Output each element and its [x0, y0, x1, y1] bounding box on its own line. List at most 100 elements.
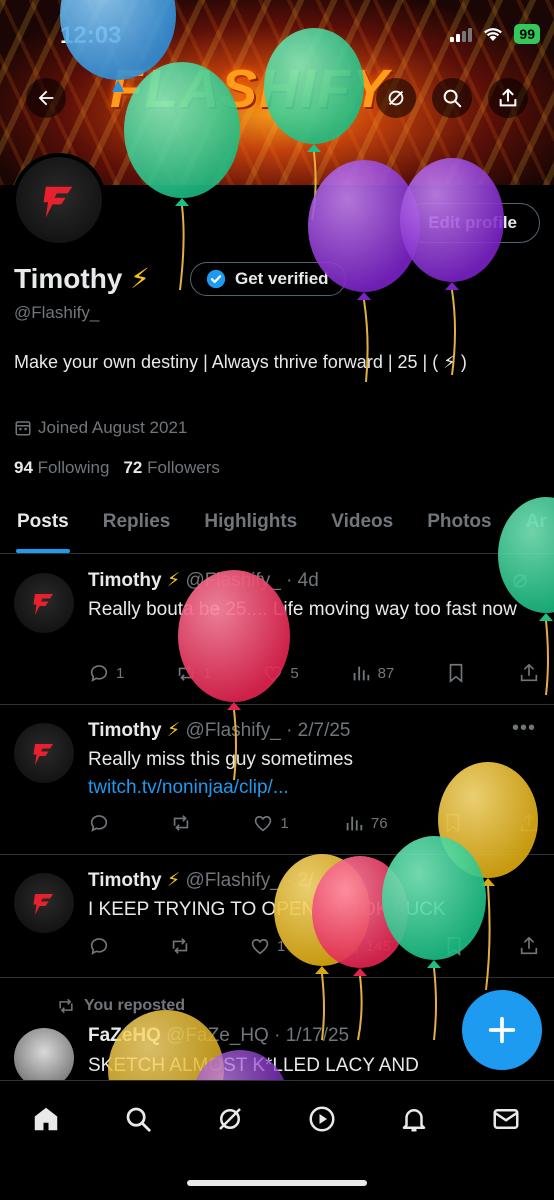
share-icon — [499, 88, 517, 107]
nav-notifications[interactable] — [394, 1099, 434, 1139]
nav-messages[interactable] — [486, 1099, 526, 1139]
repost-icon — [59, 998, 73, 1014]
post-item[interactable]: Timothy ⚡ @Flashify_ · 2/7/25 ••• Really… — [0, 705, 554, 855]
profile-name: Timothy ⚡ — [14, 262, 150, 295]
views-count: 76 — [370, 814, 388, 832]
joined-text: Joined August 2021 — [38, 418, 188, 437]
notifications-icon — [402, 1109, 426, 1132]
views-button[interactable]: 87 — [350, 662, 394, 684]
post-text: Really miss this guy sometimes twitch.tv… — [88, 746, 538, 802]
repost-label: You reposted — [84, 997, 186, 1014]
follow-stats: 94 Following 72 Followers — [14, 458, 220, 478]
post-item[interactable]: Timothy ⚡ @Flashify_ · 2/ I KEEP TRYING … — [0, 855, 554, 978]
balloon — [400, 158, 504, 376]
lightning-emoji: ⚡ — [130, 263, 150, 294]
bookmark-icon — [449, 663, 463, 684]
reply-button[interactable] — [88, 935, 116, 957]
share-post-button[interactable] — [518, 662, 540, 684]
tab-articles[interactable]: Ar — [509, 497, 554, 553]
grok-icon[interactable] — [510, 571, 530, 591]
post-avatar[interactable] — [14, 723, 74, 783]
home-indicator — [187, 1180, 367, 1186]
lightning-emoji: ⚡ — [166, 720, 181, 741]
nav-grok[interactable] — [210, 1099, 250, 1139]
nav-video[interactable] — [302, 1099, 342, 1139]
like-icon — [265, 665, 282, 682]
flash-logo-icon — [33, 594, 53, 615]
post-header: FaZeHQ @FaZe_HQ · 1/17/25 — [88, 1025, 349, 1047]
repost-icon — [178, 665, 194, 681]
repost-button[interactable] — [170, 812, 198, 834]
share-post-button[interactable] — [518, 812, 540, 834]
grok-icon — [219, 1108, 241, 1130]
post-author-name[interactable]: Timothy — [88, 570, 162, 591]
profile-tabs: Posts Replies Highlights Videos Photos A… — [0, 497, 554, 554]
like-button[interactable]: 5 — [262, 662, 299, 684]
repost-icon — [173, 815, 189, 831]
post-author-name[interactable]: Timothy — [88, 720, 162, 741]
repost-button[interactable]: 1 — [175, 662, 212, 684]
bookmark-button[interactable] — [442, 812, 464, 834]
tab-replies[interactable]: Replies — [86, 497, 188, 553]
like-button[interactable]: 1 — [249, 935, 285, 957]
flash-logo-icon — [33, 894, 53, 915]
search-button[interactable] — [432, 78, 472, 118]
views-button[interactable]: 76 — [343, 812, 388, 834]
get-verified-button[interactable]: Get verified — [190, 262, 346, 296]
grok-button[interactable] — [376, 78, 416, 118]
repost-icon — [172, 938, 187, 954]
bookmark-button[interactable] — [445, 662, 467, 684]
post-avatar[interactable] — [14, 1028, 74, 1088]
reply-icon — [90, 665, 108, 682]
post-date: · 2/ — [286, 870, 314, 891]
tab-posts[interactable]: Posts — [0, 497, 86, 553]
post-avatar[interactable] — [14, 573, 74, 633]
followers-link[interactable]: 72 Followers — [123, 458, 219, 478]
post-author-name[interactable]: FaZeHQ — [88, 1025, 161, 1046]
following-label: Following — [37, 458, 110, 477]
reply-icon — [90, 815, 108, 832]
bookmark-button[interactable] — [443, 935, 465, 957]
views-icon — [341, 939, 358, 954]
post-date: · 2/7/25 — [286, 720, 351, 741]
post-text: Really bouta be 25.... Life moving way t… — [88, 599, 517, 620]
compose-button[interactable] — [462, 990, 542, 1070]
like-button[interactable]: 1 — [252, 812, 289, 834]
share-icon — [520, 936, 538, 955]
lightning-emoji: ⚡ — [166, 870, 181, 891]
tab-highlights[interactable]: Highlights — [187, 497, 314, 553]
share-post-button[interactable] — [518, 935, 540, 957]
edit-profile-button[interactable]: Edit profile — [405, 203, 540, 243]
followers-count: 72 — [123, 458, 143, 477]
share-icon — [520, 813, 538, 832]
post-link[interactable]: twitch.tv/noninjaa/clip/... — [88, 774, 538, 802]
reply-button[interactable] — [88, 812, 116, 834]
views-button[interactable]: 145 — [338, 935, 391, 957]
status-time: 12:03 — [60, 22, 122, 49]
home-icon — [34, 1107, 58, 1131]
like-icon — [255, 815, 272, 832]
wifi-icon — [484, 28, 503, 41]
back-button[interactable] — [26, 78, 66, 118]
nav-home[interactable] — [26, 1099, 66, 1139]
profile-avatar[interactable] — [12, 153, 106, 247]
post-item[interactable]: Timothy ⚡ @Flashify_ · 4d Really bouta b… — [0, 555, 554, 705]
nav-explore[interactable] — [118, 1099, 158, 1139]
following-link[interactable]: 94 Following — [14, 458, 109, 478]
post-author-name[interactable]: Timothy — [88, 870, 162, 891]
post-avatar[interactable] — [14, 873, 74, 933]
tab-videos[interactable]: Videos — [314, 497, 410, 553]
like-count: 1 — [280, 814, 289, 832]
followers-label: Followers — [147, 458, 220, 477]
reply-button[interactable]: 1 — [88, 662, 124, 684]
views-icon — [353, 666, 369, 681]
more-icon[interactable]: ••• — [512, 717, 536, 740]
post-actions: 1 1 5 87 — [88, 662, 540, 684]
flash-logo-icon — [33, 744, 53, 765]
repost-button[interactable] — [169, 935, 197, 957]
like-icon — [251, 938, 269, 955]
calendar-icon — [15, 421, 31, 436]
share-button[interactable] — [488, 78, 528, 118]
grok-icon — [388, 90, 404, 106]
tab-photos[interactable]: Photos — [410, 497, 508, 553]
